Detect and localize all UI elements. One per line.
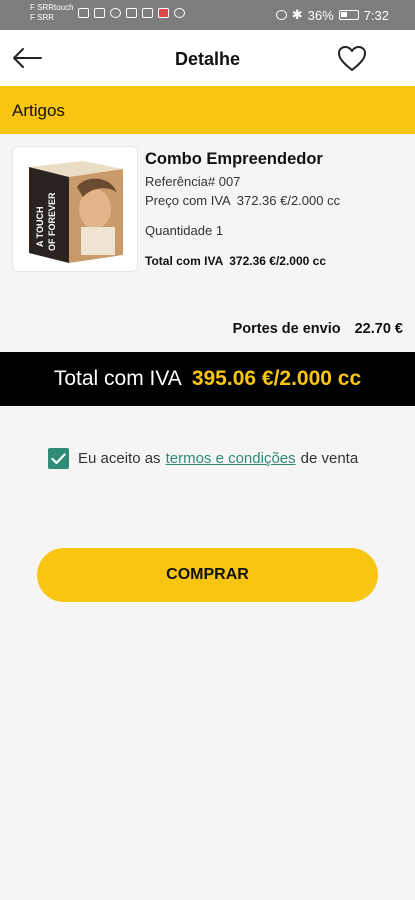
battery-icon (338, 10, 359, 20)
product-price-label: Preço com IVA (145, 193, 231, 208)
shipping-label: Portes de envio (232, 321, 341, 337)
product-total-value: 372.36 €/2.000 cc (229, 254, 326, 268)
notification-icon (142, 8, 153, 18)
shipping-row: Portes de envio 22.70 € (233, 321, 403, 337)
carrier-label: F SRRtouch F SRR (30, 3, 74, 23)
product-name: Combo Empreendedor (145, 150, 323, 168)
terms-suffix: de venta (300, 450, 359, 467)
screen-icon (126, 8, 137, 18)
app-notification-icon (158, 8, 169, 18)
app-header: Detalhe (0, 30, 415, 86)
terms-checkbox[interactable] (48, 448, 69, 469)
product-quantity: Quantidade 1 (145, 223, 224, 238)
heart-outline-icon (338, 45, 366, 71)
terms-prefix: Eu aceito as (78, 450, 161, 467)
favorite-button[interactable] (334, 43, 370, 73)
clock: 7:32 (363, 7, 389, 23)
signal-icon (94, 8, 105, 18)
product-image: A TOUCH OF FOREVER (12, 146, 138, 272)
total-bar: Total com IVA 395.06 €/2.000 cc (0, 352, 415, 406)
box-text-2: OF FOREVER (47, 192, 57, 251)
section-header: Artigos (0, 86, 415, 134)
terms-link[interactable]: termos e condições (166, 450, 296, 467)
order-total-label: Total com IVA (53, 367, 182, 390)
product-total-label: Total com IVA (145, 254, 224, 268)
status-bar: F SRRtouch F SRR ✱ 36% 7:32 (0, 0, 415, 30)
product-reference: Referência# 007 (145, 174, 241, 189)
box-text-1: A TOUCH (35, 207, 45, 248)
section-title: Artigos (12, 101, 65, 120)
messenger-icon (174, 8, 185, 18)
bluetooth-icon: ✱ (291, 7, 303, 22)
battery-percent: 36% (307, 7, 334, 23)
order-total: Total com IVA 395.06 €/2.000 cc (0, 367, 415, 391)
wifi-icon (110, 8, 121, 18)
status-icons (78, 8, 185, 18)
carrier-line-2: F SRR (30, 13, 54, 22)
carrier-line-1: F SRRtouch (30, 3, 74, 12)
shipping-value: 22.70 € (354, 321, 403, 337)
product-box-illustration: A TOUCH OF FOREVER (13, 147, 137, 271)
terms-row: Eu aceito as termos e condições de venta (48, 448, 358, 469)
alarm-icon (275, 10, 287, 20)
order-total-value: 395.06 €/2.000 cc (191, 367, 362, 390)
product-price: Preço com IVA 372.36 €/2.000 cc (145, 193, 340, 208)
buy-button[interactable]: COMPRAR (37, 548, 378, 602)
product-total: Total com IVA 372.36 €/2.000 cc (145, 254, 326, 268)
product-price-value: 372.36 €/2.000 cc (236, 193, 341, 208)
buy-button-label: COMPRAR (166, 566, 249, 583)
checkmark-icon (51, 452, 66, 464)
signal-icon (78, 8, 89, 18)
status-right: ✱ 36% 7:32 (275, 7, 389, 23)
